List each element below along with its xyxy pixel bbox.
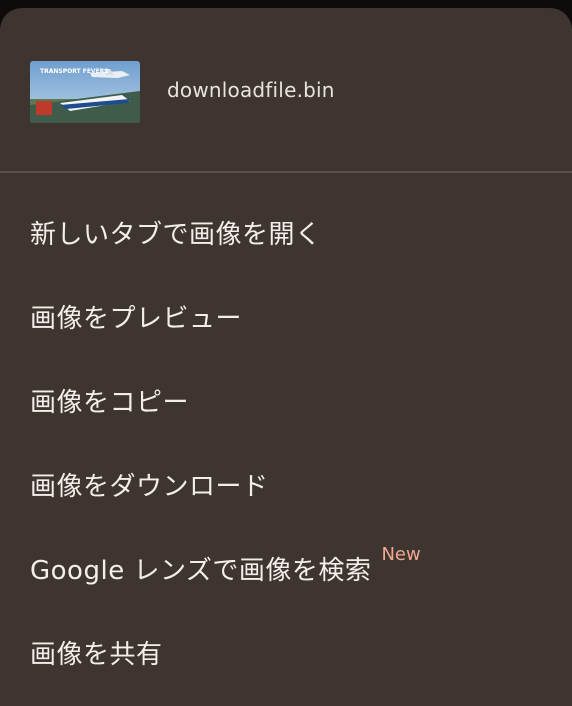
menu-item-share-image[interactable]: 画像を共有 <box>0 610 572 694</box>
image-header: TRANSPORT FEVER2 downloadfile.bin <box>0 8 572 172</box>
thumbnail-logo-text: TRANSPORT FEVER2 <box>40 68 108 75</box>
image-filename: downloadfile.bin <box>167 78 335 102</box>
menu-item-search-with-google-lens[interactable]: Google レンズで画像を検索 New <box>0 526 572 610</box>
header-divider <box>0 171 572 173</box>
menu-item-copy-image[interactable]: 画像をコピー <box>0 358 572 442</box>
menu-item-download-image[interactable]: 画像をダウンロード <box>0 442 572 526</box>
context-menu-list: 新しいタブで画像を開く 画像をプレビュー 画像をコピー 画像をダウンロード Go… <box>0 190 572 694</box>
context-menu-sheet: TRANSPORT FEVER2 downloadfile.bin 新しいタブで… <box>0 8 572 706</box>
menu-item-label: Google レンズで画像を検索 <box>30 555 372 586</box>
new-badge: New <box>381 543 421 565</box>
menu-item-open-in-new-tab[interactable]: 新しいタブで画像を開く <box>0 190 572 274</box>
menu-item-preview-image[interactable]: 画像をプレビュー <box>0 274 572 358</box>
image-thumbnail: TRANSPORT FEVER2 <box>30 61 140 123</box>
